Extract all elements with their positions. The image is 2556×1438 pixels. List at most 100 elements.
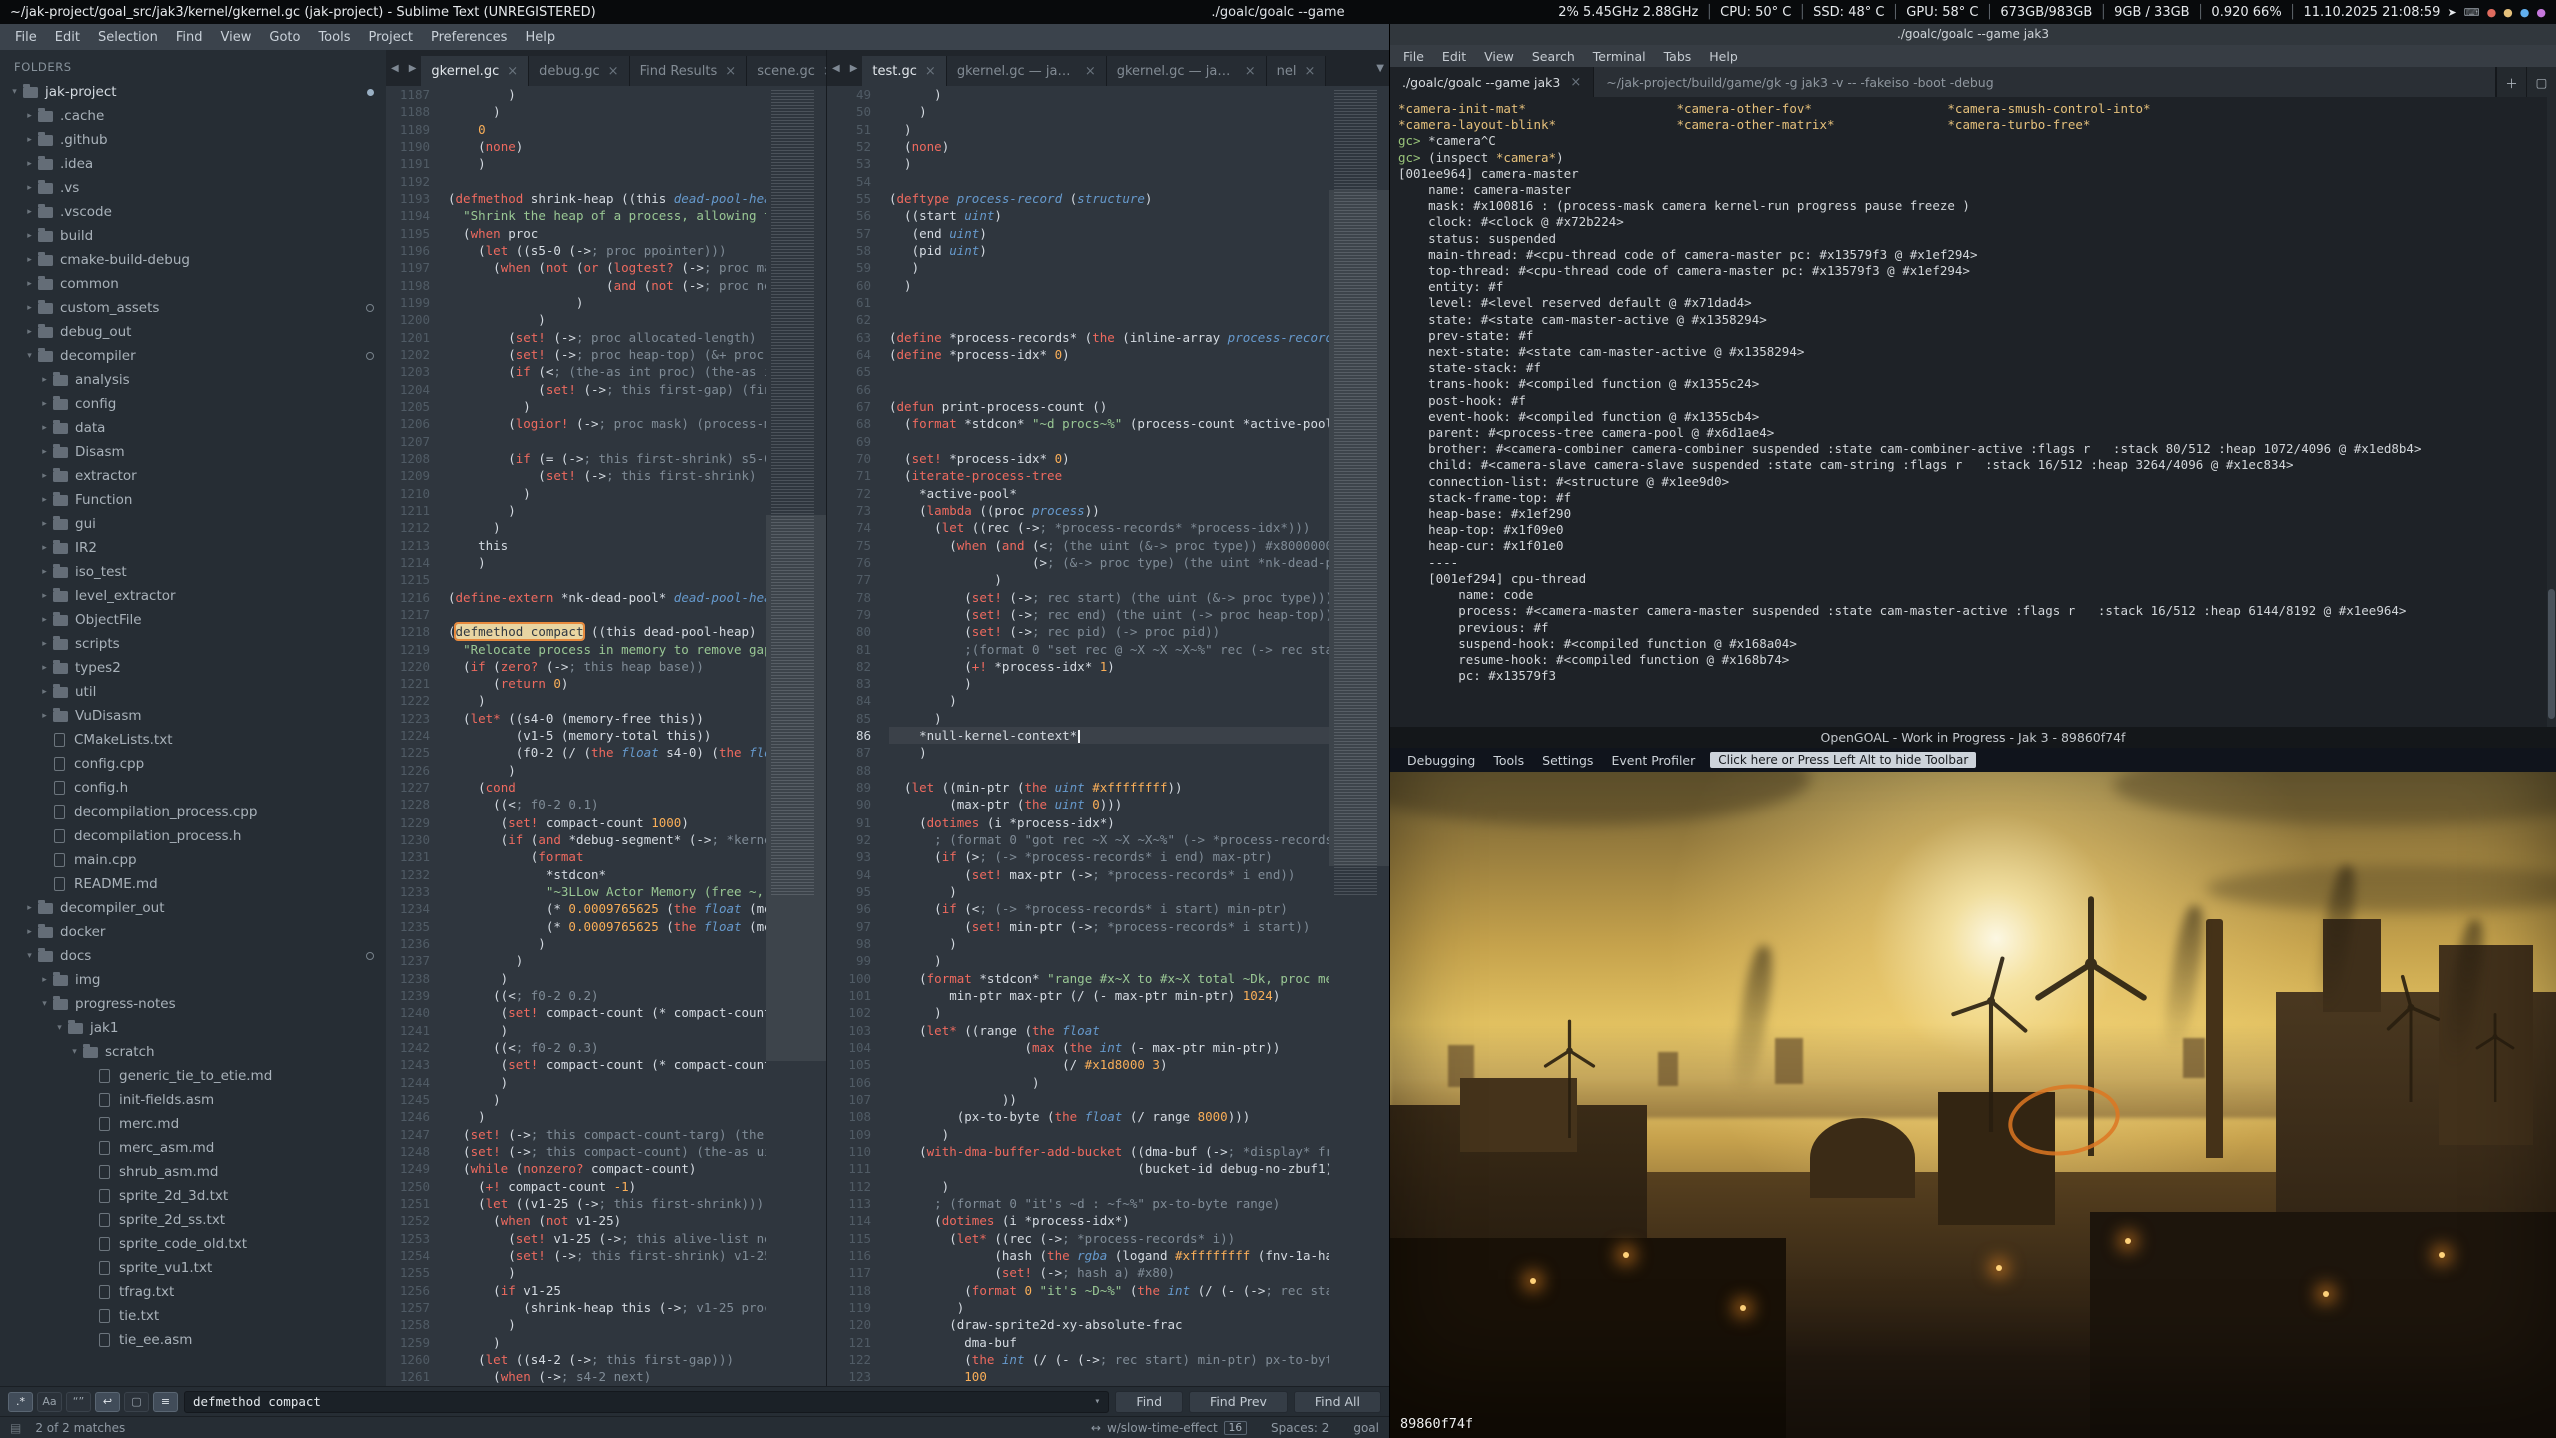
tab-gkernel.gc[interactable]: gkernel.gc×: [421, 56, 529, 86]
file-item-tfrag.txt[interactable]: tfrag.txt: [0, 1280, 386, 1304]
game-toolbar-item-settings[interactable]: Settings: [1533, 753, 1602, 768]
folder-item-extractor[interactable]: ▸extractor: [0, 464, 386, 488]
file-item-shrub_asm.md[interactable]: shrub_asm.md: [0, 1160, 386, 1184]
folder-item-Function[interactable]: ▸Function: [0, 488, 386, 512]
split-view-button[interactable]: ▢: [2526, 67, 2556, 97]
folder-item-scripts[interactable]: ▸scripts: [0, 632, 386, 656]
tab-scroll-icon[interactable]: ◀: [386, 63, 404, 74]
case-sensitive-toggle[interactable]: Aa: [37, 1392, 62, 1412]
code-editor-gkernel[interactable]: ) ) 0 (none) )(defmethod shrink-heap ((t…: [442, 86, 766, 1386]
game-toolbar-item-tools[interactable]: Tools: [1484, 753, 1533, 768]
menu-item-project[interactable]: Project: [359, 30, 421, 45]
terminal-menu-item-help[interactable]: Help: [1700, 49, 1747, 64]
file-item-main.cpp[interactable]: main.cpp: [0, 848, 386, 872]
tab-scroll-icon[interactable]: ▶: [845, 63, 863, 74]
syntax-setting[interactable]: goal: [1353, 1421, 1379, 1435]
file-item-sprite_2d_ss.txt[interactable]: sprite_2d_ss.txt: [0, 1208, 386, 1232]
highlight-matches-toggle[interactable]: ≡: [153, 1392, 178, 1412]
menu-grid-icon[interactable]: ▤: [10, 1421, 21, 1435]
folder-item-build[interactable]: ▸build: [0, 224, 386, 248]
file-item-sprite_2d_3d.txt[interactable]: sprite_2d_3d.txt: [0, 1184, 386, 1208]
terminal-menu-item-search[interactable]: Search: [1523, 49, 1584, 64]
menu-item-preferences[interactable]: Preferences: [422, 30, 516, 45]
terminal-menu-item-terminal[interactable]: Terminal: [1584, 49, 1655, 64]
minimap[interactable]: [1329, 86, 1389, 1386]
menu-item-tools[interactable]: Tools: [309, 30, 359, 45]
terminal-menu-item-edit[interactable]: Edit: [1433, 49, 1475, 64]
folder-item-common[interactable]: ▸common: [0, 272, 386, 296]
keyboard-icon[interactable]: ⌨: [2464, 7, 2480, 18]
tab-scroll-icon[interactable]: ▶: [404, 63, 422, 74]
folder-item-.vs[interactable]: ▸.vs: [0, 176, 386, 200]
terminal-tab-goalc[interactable]: ./goalc/goalc --game jak3 ×: [1390, 67, 1594, 97]
menu-item-goto[interactable]: Goto: [260, 30, 309, 45]
menu-item-help[interactable]: Help: [516, 30, 564, 45]
folder-item-VuDisasm[interactable]: ▸VuDisasm: [0, 704, 386, 728]
folder-item-img[interactable]: ▸img: [0, 968, 386, 992]
folder-item-decompiler[interactable]: ▾decompiler: [0, 344, 386, 368]
scrollbar-thumb[interactable]: [2548, 589, 2555, 719]
file-item-sprite_vu1.txt[interactable]: sprite_vu1.txt: [0, 1256, 386, 1280]
tab-scroll-icon[interactable]: ◀: [827, 63, 845, 74]
close-tab-icon[interactable]: ×: [1304, 64, 1315, 79]
find-button[interactable]: Find: [1115, 1391, 1183, 1413]
tab-Find-Results[interactable]: Find Results×: [630, 56, 748, 86]
terminal-menu-item-tabs[interactable]: Tabs: [1655, 49, 1701, 64]
folder-item-iso_test[interactable]: ▸iso_test: [0, 560, 386, 584]
folder-item-docker[interactable]: ▸docker: [0, 920, 386, 944]
folder-item-jak1[interactable]: ▾jak1: [0, 1016, 386, 1040]
menu-item-view[interactable]: View: [212, 30, 261, 45]
folder-item-custom_assets[interactable]: ▸custom_assets: [0, 296, 386, 320]
editor-pane-left[interactable]: 1187118811891190119111921193119411951196…: [386, 86, 827, 1386]
folder-item-debug_out[interactable]: ▸debug_out: [0, 320, 386, 344]
file-item-tie.txt[interactable]: tie.txt: [0, 1304, 386, 1328]
tab-gkernel.gc-jak1-kernel[interactable]: gkernel.gc — jak1/kernel×: [947, 56, 1107, 86]
folder-item-analysis[interactable]: ▸analysis: [0, 368, 386, 392]
code-editor-test[interactable]: ) ) ) (none) )(deftype process-record (s…: [883, 86, 1329, 1386]
editor-pane-right[interactable]: 4950515253545556575859606162636465666768…: [827, 86, 1389, 1386]
folder-item-data[interactable]: ▸data: [0, 416, 386, 440]
file-item-decompilation_process.h[interactable]: decompilation_process.h: [0, 824, 386, 848]
close-tab-icon[interactable]: ×: [1085, 64, 1096, 79]
file-item-init-fields.asm[interactable]: init-fields.asm: [0, 1088, 386, 1112]
terminal-output[interactable]: *camera-init-mat* *camera-other-fov* *ca…: [1390, 97, 2546, 727]
file-item-sprite_code_old.txt[interactable]: sprite_code_old.txt: [0, 1232, 386, 1256]
folder-item-Disasm[interactable]: ▸Disasm: [0, 440, 386, 464]
whole-word-toggle[interactable]: “”: [66, 1392, 91, 1412]
close-tab-icon[interactable]: ×: [925, 64, 936, 79]
tab-gkernel.gc-jak2-kernel[interactable]: gkernel.gc — jak2/kernel×: [1107, 56, 1267, 86]
tab-test.gc[interactable]: test.gc×: [862, 56, 946, 86]
close-tab-icon[interactable]: ×: [507, 64, 518, 79]
file-item-tie_ee.asm[interactable]: tie_ee.asm: [0, 1328, 386, 1352]
terminal-scrollbar[interactable]: [2547, 97, 2556, 727]
find-all-button[interactable]: Find All: [1294, 1391, 1381, 1413]
folder-item-.github[interactable]: ▸.github: [0, 128, 386, 152]
folder-item-IR2[interactable]: ▸IR2: [0, 536, 386, 560]
file-item-merc_as​m.md[interactable]: merc_as​m.md: [0, 1136, 386, 1160]
folder-item-level_extractor[interactable]: ▸level_extractor: [0, 584, 386, 608]
file-item-config.h[interactable]: config.h: [0, 776, 386, 800]
regex-toggle[interactable]: .*: [8, 1392, 33, 1412]
wrap-toggle[interactable]: ↩: [95, 1392, 120, 1412]
file-item-generic_tie_to_etie.md[interactable]: generic_tie_to_etie.md: [0, 1064, 386, 1088]
minimap[interactable]: [766, 86, 826, 1386]
folder-item-util[interactable]: ▸util: [0, 680, 386, 704]
cursor-icon[interactable]: ➤: [2447, 7, 2456, 18]
record-icon[interactable]: ●: [2536, 7, 2546, 18]
close-tab-icon[interactable]: ×: [608, 64, 619, 79]
folder-item-gui[interactable]: ▸gui: [0, 512, 386, 536]
terminal-menu-item-view[interactable]: View: [1475, 49, 1523, 64]
close-tab-icon[interactable]: ×: [725, 64, 736, 79]
new-tab-button[interactable]: ＋: [2496, 67, 2526, 97]
close-tab-icon[interactable]: ×: [1570, 75, 1581, 90]
folder-item-.idea[interactable]: ▸.idea: [0, 152, 386, 176]
folder-item-jak-project[interactable]: ▾jak-project: [0, 80, 386, 104]
folder-item-.vscode[interactable]: ▸.vscode: [0, 200, 386, 224]
minimap-viewport[interactable]: [766, 515, 826, 1061]
file-item-decompilation_process.cpp[interactable]: decompilation_process.cpp: [0, 800, 386, 824]
folder-item-types2[interactable]: ▸types2: [0, 656, 386, 680]
taskbar-active-window[interactable]: ./goalc/goalc --game: [1211, 5, 1344, 20]
chevron-down-icon[interactable]: ▾: [1094, 1396, 1100, 1407]
folder-item-cmake-build-debug[interactable]: ▸cmake-build-debug: [0, 248, 386, 272]
game-viewport[interactable]: 89860f74f: [1390, 772, 2556, 1438]
